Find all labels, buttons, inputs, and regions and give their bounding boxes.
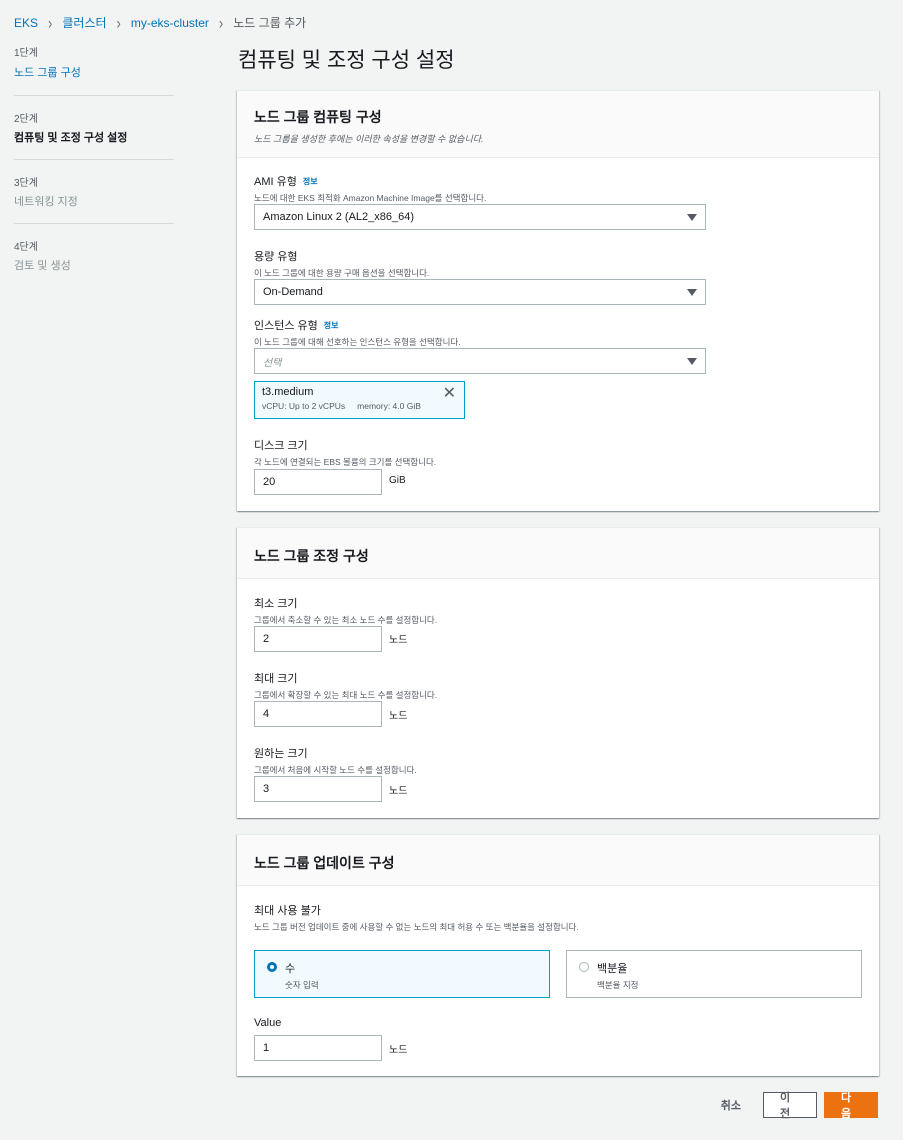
disk-size-input[interactable]: 20 [254,469,382,495]
chevron-right-icon: › [218,12,224,33]
field-description: 그룹에서 처음에 시작할 노드 수를 설정합니다. [254,765,417,775]
info-link[interactable]: 정보 [324,320,339,331]
select-placeholder: 선택 [263,357,282,369]
radio-description: 백분율 지정 [597,980,639,990]
field-description: 노드에 대한 EKS 최적화 Amazon Machine Image를 선택합… [254,193,487,203]
radio-label: 수 [285,963,296,975]
step-2: 2단계 컴퓨팅 및 조정 구성 설정 [14,110,174,160]
step-number: 4단계 [14,242,38,253]
breadcrumb-clusters[interactable]: 클러스터 [62,14,106,31]
field-description: 각 노드에 연결되는 EBS 볼륨의 크기를 선택합니다. [254,457,437,467]
field-label: 원하는 크기 [254,748,308,760]
min-size-input[interactable]: 2 [254,626,382,652]
panel-title: 노드 그룹 조정 구성 [254,548,369,564]
capacity-type-select[interactable]: On-Demand [254,279,706,305]
info-link[interactable]: 정보 [303,176,318,187]
step-number: 1단계 [14,48,38,59]
field-label: 인스턴스 유형 [254,320,318,332]
field-label: 용량 유형 [254,251,298,263]
panel-header: 노드 그룹 컴퓨팅 구성 노드 그룹을 생성한 후에는 이러한 속성을 변경할 … [237,91,879,158]
next-button[interactable]: 다음 [824,1092,878,1120]
step-1-link[interactable]: 노드 그룹 구성 [14,67,81,79]
ami-type-select[interactable]: Amazon Linux 2 (AL2_x86_64) [254,204,706,230]
token-memory: memory: 4.0 GiB [357,401,421,411]
unit-label: 노드 [389,711,408,722]
breadcrumb-eks[interactable]: EKS [14,16,38,30]
panel-title: 노드 그룹 업데이트 구성 [254,855,395,871]
desired-size-field: 원하는 크기 그룹에서 처음에 시작할 노드 수를 설정합니다. [254,745,417,776]
token-name: t3.medium [262,386,314,398]
field-label: AMI 유형 [254,176,297,188]
form-actions: 취소 이전 다음 [721,1092,878,1120]
compute-config-panel: 노드 그룹 컴퓨팅 구성 노드 그룹을 생성한 후에는 이러한 속성을 변경할 … [237,90,879,511]
unit-label: 노드 [389,635,408,646]
field-label: 최소 크기 [254,598,298,610]
select-value: Amazon Linux 2 (AL2_x86_64) [263,211,415,223]
radio-tile-percentage[interactable]: 백분율 백분율 지정 [566,950,862,998]
unit-label: GiB [389,475,406,486]
panel-header: 노드 그룹 조정 구성 [237,528,879,579]
field-label: Value [254,1017,282,1029]
ami-type-field: AMI 유형 정보 노드에 대한 EKS 최적화 Amazon Machine I… [254,173,486,204]
token-vcpu: vCPU: Up to 2 vCPUs [262,401,346,411]
capacity-type-field: 용량 유형 이 노드 그룹에 대한 용량 구매 옵션을 선택합니다. [254,248,429,279]
select-value: On-Demand [263,286,323,298]
max-unavailable-field: 최대 사용 불가 노드 그룹 버전 업데이트 중에 사용할 수 없는 노드의 최… [254,902,579,933]
field-label: 최대 사용 불가 [254,905,321,917]
step-1: 1단계 노드 그룹 구성 [14,44,174,96]
caret-down-icon [687,289,697,296]
chevron-right-icon: › [116,12,121,33]
unit-label: 노드 [389,786,408,797]
breadcrumb-current: 노드 그룹 추가 [233,16,307,30]
field-description: 그룹에서 확장할 수 있는 최대 노드 수를 설정합니다. [254,690,438,700]
field-label: 최대 크기 [254,673,298,685]
step-3-label: 네트워킹 지정 [14,196,78,208]
step-4: 4단계 검토 및 생성 [14,238,174,287]
radio-description: 숫자 입력 [285,980,319,990]
breadcrumb: EKS › 클러스터 › my-eks-cluster › 노드 그룹 추가 [14,12,307,33]
value-field: Value [254,1017,281,1029]
field-description: 이 노드 그룹에 대해 선호하는 인스턴스 유형을 선택합니다. [254,337,461,347]
step-4-label: 검토 및 생성 [14,260,71,272]
unit-label: 노드 [389,1045,408,1056]
previous-button[interactable]: 이전 [763,1092,817,1120]
panel-title: 노드 그룹 컴퓨팅 구성 [254,109,382,125]
radio-unselected-icon [579,962,589,972]
panel-subtitle: 노드 그룹을 생성한 후에는 이러한 속성을 변경할 수 없습니다. [254,134,484,144]
wizard-steps: 1단계 노드 그룹 구성 2단계 컴퓨팅 및 조정 구성 설정 3단계 네트워킹… [14,44,174,301]
caret-down-icon [687,214,697,221]
radio-label: 백분율 [597,963,628,975]
page-title: 컴퓨팅 및 조정 구성 설정 [238,49,455,72]
panel-header: 노드 그룹 업데이트 구성 [237,835,879,886]
field-description: 이 노드 그룹에 대한 용량 구매 옵션을 선택합니다. [254,268,430,278]
cancel-button[interactable]: 취소 [721,1097,741,1113]
scaling-config-panel: 노드 그룹 조정 구성 최소 크기 그룹에서 축소할 수 있는 최소 노드 수를… [237,527,879,818]
desired-size-input[interactable]: 3 [254,776,382,802]
max-unavailable-value-input[interactable]: 1 [254,1035,382,1061]
field-label: 디스크 크기 [254,440,308,452]
min-size-field: 최소 크기 그룹에서 축소할 수 있는 최소 노드 수를 설정합니다. [254,595,437,626]
step-number: 3단계 [14,178,38,189]
field-description: 노드 그룹 버전 업데이트 중에 사용할 수 없는 노드의 최대 허용 수 또는… [254,922,579,932]
field-description: 그룹에서 축소할 수 있는 최소 노드 수를 설정합니다. [254,615,438,625]
instance-type-token: t3.medium vCPU: Up to 2 vCPUs memory: 4.0… [254,381,465,419]
radio-selected-icon [267,962,277,972]
breadcrumb-cluster-name[interactable]: my-eks-cluster [131,16,209,30]
close-icon[interactable]: ✕ [443,386,456,402]
max-size-field: 최대 크기 그룹에서 확장할 수 있는 최대 노드 수를 설정합니다. [254,670,437,701]
max-size-input[interactable]: 4 [254,701,382,727]
update-config-panel: 노드 그룹 업데이트 구성 최대 사용 불가 노드 그룹 버전 업데이트 중에 … [237,834,879,1076]
step-2-label: 컴퓨팅 및 조정 구성 설정 [14,132,128,144]
chevron-right-icon: › [48,12,53,33]
caret-down-icon [687,358,697,365]
disk-size-field: 디스크 크기 각 노드에 연결되는 EBS 볼륨의 크기를 선택합니다. [254,437,436,468]
instance-type-field: 인스턴스 유형 정보 이 노드 그룹에 대해 선호하는 인스턴스 유형을 선택합니… [254,317,461,348]
step-3: 3단계 네트워킹 지정 [14,174,174,224]
radio-tile-number[interactable]: 수 숫자 입력 [254,950,550,998]
step-number: 2단계 [14,114,38,125]
instance-type-select[interactable]: 선택 [254,348,706,374]
